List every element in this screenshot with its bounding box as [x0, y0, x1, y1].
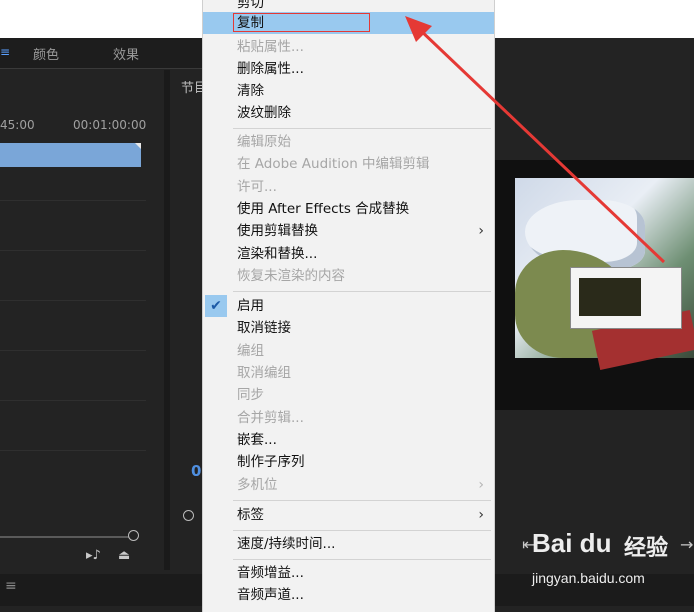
menu-item-label: 取消链接: [237, 320, 291, 336]
menu-item-label: 标签: [237, 507, 264, 523]
menu-item-make-subsequence[interactable]: 制作子序列: [203, 451, 494, 473]
scrollbar-knob-icon[interactable]: [128, 530, 139, 541]
menu-item-ungroup[interactable]: 取消编组: [203, 362, 494, 384]
menu-item-unlink[interactable]: 取消链接: [203, 317, 494, 339]
menu-separator: [233, 500, 491, 501]
menu-item-audio-channels[interactable]: 音频声道...: [203, 584, 494, 606]
export-frame-icon[interactable]: ⏏: [118, 548, 130, 563]
menu-item-clear[interactable]: 清除: [203, 80, 494, 102]
menu-icon[interactable]: ≡: [5, 578, 17, 594]
menu-item-audio-gain[interactable]: 音频增益...: [203, 562, 494, 584]
menu-item-label: 制作子序列: [237, 454, 305, 470]
timeline-clip[interactable]: [0, 143, 141, 167]
track-line: [0, 350, 146, 351]
ruler-time-left: 45:00: [0, 118, 35, 132]
menu-item-label: 取消编组: [237, 365, 291, 381]
menu-item-replace-with-after-effects[interactable]: 使用 After Effects 合成替换: [203, 198, 494, 220]
menu-item-label: 清除: [237, 83, 264, 99]
menu-separator: [233, 559, 491, 560]
menu-item-label: 使用 After Effects 合成替换: [237, 201, 410, 217]
chevron-right-icon: ›: [478, 507, 484, 523]
menu-item-label: 粘贴属性...: [237, 39, 304, 55]
watermark: Bai du 经验 jingyan.baidu.com: [532, 528, 692, 598]
menu-item-merge-clips[interactable]: 合并剪辑...: [203, 407, 494, 429]
menu-item-paste-attributes[interactable]: 粘贴属性...: [203, 36, 494, 58]
tab-color[interactable]: 颜色: [33, 44, 59, 63]
panel-tab-bar: ≡ 颜色 效果: [0, 38, 202, 69]
menu-separator: [233, 291, 491, 292]
ruler-time-right: 00:01:00:00: [73, 118, 147, 132]
menu-item-multi-camera[interactable]: 多机位 ›: [203, 474, 494, 496]
menu-item-remove-attributes[interactable]: 删除属性...: [203, 58, 494, 80]
watermark-url: jingyan.baidu.com: [532, 570, 645, 586]
menu-item-edit-in-audition[interactable]: 在 Adobe Audition 中编辑剪辑: [203, 153, 494, 175]
menu-item-label: 多机位: [237, 477, 278, 493]
timeline-scrollbar[interactable]: [0, 536, 132, 538]
menu-item-restore-unrendered[interactable]: 恢复未渲染的内容: [203, 265, 494, 287]
menu-item-label: 合并剪辑...: [237, 410, 304, 426]
panel-menu-icon[interactable]: ≡: [0, 46, 10, 58]
chevron-right-icon: ›: [478, 223, 484, 239]
menu-item-label: 音频声道...: [237, 587, 304, 603]
menu-item-label: 音频增益...: [237, 565, 304, 581]
menu-separator: [233, 530, 491, 531]
context-menu: 剪切 复制 粘贴属性... 删除属性... 清除 波纹删除 编辑原始 在 Ado…: [202, 0, 495, 612]
track-line: [0, 300, 146, 301]
menu-item-license[interactable]: 许可...: [203, 176, 494, 198]
menu-item-group[interactable]: 编组: [203, 340, 494, 362]
annotation-highlight-box: [233, 13, 370, 32]
track-line: [0, 450, 146, 451]
menu-item-label: 使用剪辑替换: [237, 223, 318, 239]
menu-item-label: 嵌套...: [237, 432, 277, 448]
menu-item-label: 波纹删除: [237, 105, 291, 121]
menu-item-nest[interactable]: 嵌套...: [203, 429, 494, 451]
menu-item-label-submenu[interactable]: 标签 ›: [203, 504, 494, 526]
menu-item-label: 同步: [237, 387, 264, 403]
menu-item-label: 在 Adobe Audition 中编辑剪辑: [237, 156, 430, 172]
menu-item-speed-duration[interactable]: 速度/持续时间...: [203, 533, 494, 555]
watermark-jingyan: 经验: [624, 536, 669, 561]
menu-item-label: 渲染和替换...: [237, 246, 318, 262]
watermark-logo: Bai du: [532, 528, 612, 558]
menu-item-label: 许可...: [237, 179, 277, 195]
menu-item-edit-original[interactable]: 编辑原始: [203, 131, 494, 153]
menu-item-label: 恢复未渲染的内容: [237, 268, 345, 284]
menu-item-label: 编辑原始: [237, 134, 291, 150]
track-line: [0, 250, 146, 251]
timeline-ruler[interactable]: 45:00 00:01:00:00: [0, 118, 146, 140]
track-line: [0, 200, 146, 201]
chevron-right-icon: ›: [478, 477, 484, 493]
menu-item-render-and-replace[interactable]: 渲染和替换...: [203, 243, 494, 265]
menu-item-ripple-delete[interactable]: 波纹删除: [203, 102, 494, 124]
playhead-knob-icon[interactable]: [183, 510, 194, 521]
track-line: [0, 400, 146, 401]
menu-item-label: 启用: [237, 298, 264, 314]
menu-item-label: 编组: [237, 343, 264, 359]
tab-effects[interactable]: 效果: [113, 44, 139, 63]
step-forward-icon[interactable]: ▸♪: [86, 548, 101, 563]
video-preview: [495, 160, 694, 410]
menu-item-replace-with-clip[interactable]: 使用剪辑替换 ›: [203, 220, 494, 242]
menu-item-label: 删除属性...: [237, 61, 304, 77]
timecode-display[interactable]: 0: [191, 462, 201, 480]
menu-item-enable[interactable]: ✔ 启用: [203, 295, 494, 317]
menu-separator: [233, 128, 491, 129]
menu-item-label: 速度/持续时间...: [237, 536, 336, 552]
check-icon: ✔: [205, 295, 227, 317]
menu-item-synchronize[interactable]: 同步: [203, 384, 494, 406]
